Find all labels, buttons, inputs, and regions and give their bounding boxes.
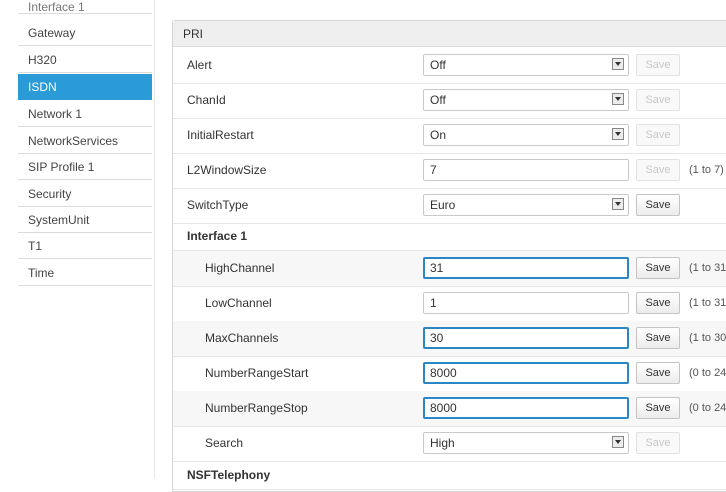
sidebar-item-label: Network 1 [28, 107, 83, 121]
range-hint: (1 to 31 [689, 262, 726, 274]
setting-row-initialrestart: InitialRestart On Save [173, 118, 726, 154]
setting-label: InitialRestart [187, 128, 254, 142]
setting-row-numberrangestop: NumberRangeStop 8000 Save (0 to 24 [173, 391, 726, 427]
alert-select[interactable]: Off [423, 54, 629, 76]
setting-row-chanid: ChanId Off Save [173, 83, 726, 119]
select-value: Off [430, 58, 446, 72]
save-button[interactable]: Save [636, 194, 680, 216]
sidebar-item-t1[interactable]: T1 [18, 233, 152, 259]
sidebar-item-systemunit[interactable]: SystemUnit [18, 207, 152, 233]
sidebar-item-label: Interface 1 [28, 0, 85, 14]
sidebar-item-gateway[interactable]: Gateway [18, 20, 152, 46]
setting-row-switchtype: SwitchType Euro Save [173, 188, 726, 224]
save-button[interactable]: Save [636, 327, 680, 349]
setting-label: Alert [187, 58, 212, 72]
range-hint: (0 to 24 [689, 367, 726, 379]
sidebar-item-networkservices[interactable]: NetworkServices [18, 128, 152, 154]
setting-label: ChanId [187, 93, 226, 107]
section-title: Interface 1 [187, 229, 248, 243]
input-value: 30 [430, 331, 444, 345]
setting-row-l2windowsize: L2WindowSize 7 Save (1 to 7) [173, 153, 726, 189]
sidebar-nav: Interface 1 Gateway H320 ISDN Network 1 … [18, 0, 155, 479]
save-button[interactable]: Save [636, 362, 680, 384]
panel-title: PRI [173, 21, 726, 47]
sidebar-item-sip-profile-1[interactable]: SIP Profile 1 [18, 154, 152, 180]
save-button[interactable]: Save [636, 124, 680, 146]
search-select[interactable]: High [423, 432, 629, 454]
save-button[interactable]: Save [636, 89, 680, 111]
sidebar-item-label: T1 [28, 239, 43, 253]
sidebar-item-security[interactable]: Security [18, 181, 152, 207]
numberrangestop-input[interactable]: 8000 [423, 397, 629, 419]
section-title: NSFTelephony [187, 468, 271, 482]
setting-label: SwitchType [187, 198, 249, 212]
section-header: Interface 1 [173, 223, 726, 251]
sidebar-item-label: SystemUnit [28, 213, 90, 227]
range-hint: (1 to 31 [689, 297, 726, 309]
sidebar-item-label: Time [28, 266, 55, 280]
setting-row-search: Search High Save [173, 426, 726, 462]
input-value: 31 [430, 261, 444, 275]
settings-panel: PRI Alert Off Save ChanId Off Save Initi… [172, 20, 726, 492]
maxchannels-input[interactable]: 30 [423, 327, 629, 349]
chanid-select[interactable]: Off [423, 89, 629, 111]
save-button[interactable]: Save [636, 159, 680, 181]
save-button[interactable]: Save [636, 432, 680, 454]
setting-label: NumberRangeStop [205, 401, 308, 415]
save-button[interactable]: Save [636, 397, 680, 419]
setting-label: L2WindowSize [187, 163, 267, 177]
setting-row-alert: Alert Off Save [173, 48, 726, 84]
setting-label: Search [205, 436, 244, 450]
section-header: NSFTelephony [173, 462, 726, 490]
highchannel-input[interactable]: 31 [423, 257, 629, 279]
range-hint: (1 to 30 [689, 332, 726, 344]
sidebar-item-label: ISDN [28, 80, 57, 94]
setting-row-highchannel: HighChannel 31 Save (1 to 31 [173, 251, 726, 287]
input-value: 1 [430, 296, 437, 310]
sidebar-item-network-1[interactable]: Network 1 [18, 101, 152, 127]
sidebar-item-label: NetworkServices [28, 134, 119, 148]
save-button[interactable]: Save [636, 54, 680, 76]
sidebar-item-isdn[interactable]: ISDN [18, 74, 152, 100]
setting-label: LowChannel [205, 296, 272, 310]
input-value: 8000 [430, 401, 457, 415]
sidebar-item-label: H320 [28, 53, 57, 67]
lowchannel-input[interactable]: 1 [423, 292, 629, 314]
select-value: High [430, 436, 455, 450]
save-button[interactable]: Save [636, 292, 680, 314]
numberrangestart-input[interactable]: 8000 [423, 362, 629, 384]
dropdown-arrow-icon[interactable] [612, 93, 624, 105]
dropdown-arrow-icon[interactable] [612, 198, 624, 210]
setting-label: HighChannel [205, 261, 275, 275]
switchtype-select[interactable]: Euro [423, 194, 629, 216]
select-value: On [430, 128, 447, 142]
select-value: Euro [430, 198, 456, 212]
save-button[interactable]: Save [636, 257, 680, 279]
sidebar-item-label: Gateway [28, 26, 76, 40]
setting-row-maxchannels: MaxChannels 30 Save (1 to 30 [173, 321, 726, 357]
input-value: 7 [430, 163, 437, 177]
initialrestart-select[interactable]: On [423, 124, 629, 146]
sidebar-item-label: SIP Profile 1 [28, 160, 95, 174]
setting-label: NumberRangeStart [205, 366, 309, 380]
sidebar-item-label: Security [28, 187, 72, 201]
dropdown-arrow-icon[interactable] [612, 128, 624, 140]
setting-row-lowchannel: LowChannel 1 Save (1 to 31 [173, 286, 726, 322]
setting-row-numberrangestart: NumberRangeStart 8000 Save (0 to 24 [173, 356, 726, 392]
sidebar-item-time[interactable]: Time [18, 260, 152, 286]
setting-label: MaxChannels [205, 331, 279, 345]
range-hint: (1 to 7) [689, 164, 724, 176]
sidebar-item-h320[interactable]: H320 [18, 47, 152, 73]
range-hint: (0 to 24 [689, 402, 726, 414]
dropdown-arrow-icon[interactable] [612, 436, 624, 448]
sidebar-item-interface-1[interactable]: Interface 1 [18, 0, 152, 14]
select-value: Off [430, 93, 446, 107]
input-value: 8000 [430, 366, 457, 380]
l2windowsize-input[interactable]: 7 [423, 159, 629, 181]
dropdown-arrow-icon[interactable] [612, 58, 624, 70]
